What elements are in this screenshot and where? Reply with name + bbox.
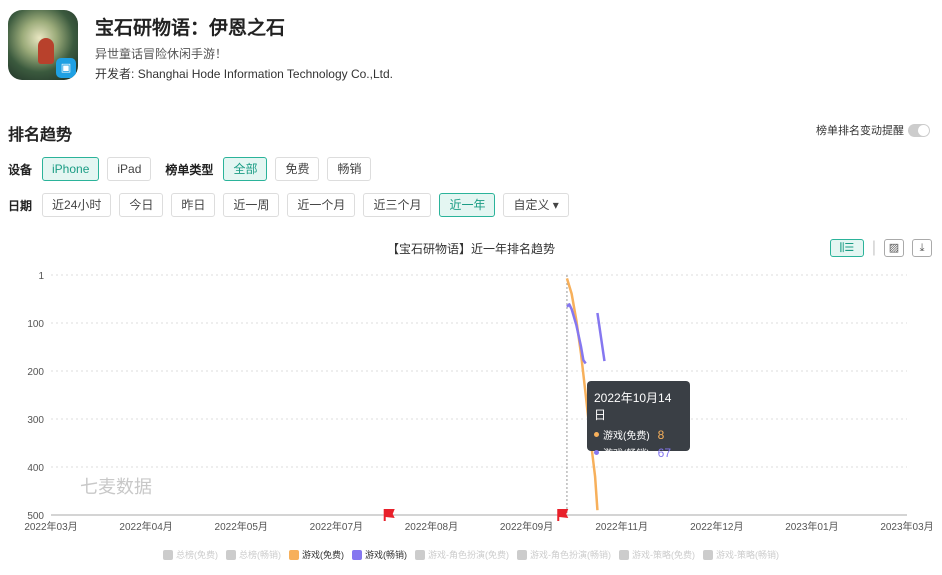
tooltip-item-free: 游戏(免费) 8 <box>594 427 683 442</box>
x-tick-label: 2022年11月 <box>595 520 648 533</box>
legend-swatch <box>703 549 713 560</box>
legend-swatch <box>289 549 299 560</box>
x-tick-label: 2022年09月 <box>500 520 553 533</box>
legend-label: 游戏-角色扮演(免费) <box>428 550 509 560</box>
legend-swatch <box>226 549 236 560</box>
legend-swatch <box>517 549 527 560</box>
x-tick-label: 2022年08月 <box>405 520 458 533</box>
legend-swatch <box>619 549 629 560</box>
legend-item[interactable]: 游戏-策略(免费) <box>619 548 695 561</box>
event-flag-icon <box>383 509 395 521</box>
x-tick-label: 2022年04月 <box>119 520 172 533</box>
rank-chart[interactable]: 1 100 200 300 400 5002022年03月 2022年04月 2022年05月… <box>0 0 942 575</box>
y-tick-label: 400 <box>27 463 44 474</box>
legend-label: 游戏(畅销) <box>365 550 407 560</box>
y-tick-label: 300 <box>27 415 44 426</box>
tooltip-item-value: 8 <box>657 427 665 442</box>
y-tick-label: 1 <box>38 271 44 282</box>
tooltip-item-name: 游戏(免费) <box>603 431 650 442</box>
legend-item[interactable]: 游戏(畅销) <box>352 548 407 561</box>
legend-swatch <box>352 549 362 560</box>
tooltip-item-name: 游戏(畅销) <box>603 449 650 460</box>
legend-label: 游戏-角色扮演(畅销) <box>530 550 611 560</box>
chart-legend: 总榜(免费) 总榜(畅销) 游戏(免费) 游戏(畅销) 游戏-角色扮演(免费) 游戏-角色… <box>0 548 942 561</box>
event-flag-icon <box>557 509 569 521</box>
legend-label: 游戏-策略(免费) <box>632 550 695 560</box>
legend-label: 总榜(免费) <box>176 550 218 560</box>
tooltip-date: 2022年10月14日 <box>594 391 672 422</box>
x-tick-label: 2022年12月 <box>690 520 743 533</box>
y-tick-label: 500 <box>27 511 44 522</box>
x-tick-label: 2022年05月 <box>215 520 268 533</box>
y-tick-label: 200 <box>27 367 44 378</box>
legend-item[interactable]: 游戏-角色扮演(畅销) <box>517 548 611 561</box>
legend-item[interactable]: 游戏(免费) <box>289 548 344 561</box>
tooltip-item-value: 67 <box>657 445 672 460</box>
legend-item[interactable]: 总榜(免费) <box>163 548 218 561</box>
legend-label: 游戏(免费) <box>302 550 344 560</box>
x-tick-label: 2022年07月 <box>310 520 363 533</box>
legend-label: 游戏-策略(畅销) <box>716 550 779 560</box>
tooltip-item-paid: 游戏(畅销) 67 <box>594 445 683 460</box>
legend-item[interactable]: 游戏-策略(畅销) <box>703 548 779 561</box>
legend-swatch <box>163 549 173 560</box>
series-line <box>596 312 606 362</box>
legend-item[interactable]: 游戏-角色扮演(免费) <box>415 548 509 561</box>
legend-swatch <box>415 549 425 560</box>
legend-label: 总榜(畅销) <box>239 550 281 560</box>
x-tick-label: 2022年03月 <box>24 520 77 533</box>
legend-item[interactable]: 总榜(畅销) <box>226 548 281 561</box>
y-tick-label: 100 <box>27 319 44 330</box>
x-tick-label: 2023年01月 <box>785 520 838 533</box>
chart-tooltip: 2022年10月14日 游戏(免费) 8 游戏(畅销) 67 <box>587 381 690 460</box>
x-tick-label: 2023年03月 <box>880 520 933 533</box>
